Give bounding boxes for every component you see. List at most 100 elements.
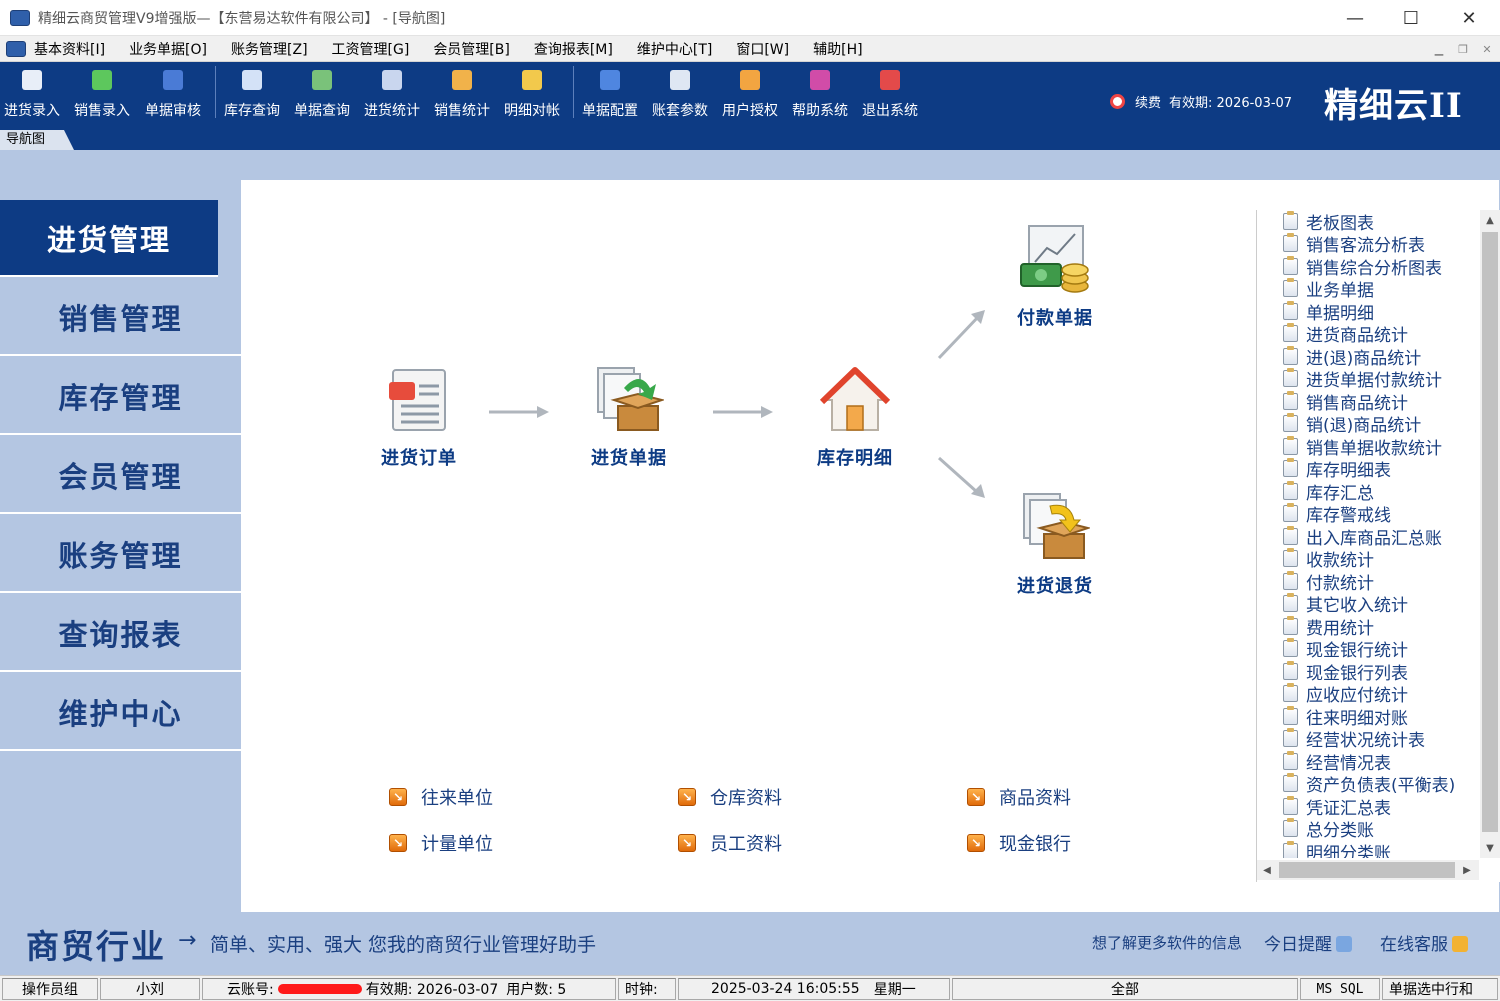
report-item[interactable]: 库存警戒线 (1257, 503, 1479, 526)
toolbar-user-auth-button[interactable]: 用户授权 (722, 68, 778, 124)
report-item[interactable]: 应收应付统计 (1257, 683, 1479, 706)
toolbar-doc-review-button[interactable]: 单据审核 (145, 68, 201, 124)
tab-navigation-map[interactable]: 导航图 (0, 130, 74, 150)
report-item[interactable]: 单据明细 (1257, 300, 1479, 324)
report-item[interactable]: 销售单据收款统计 (1257, 435, 1479, 459)
close-icon[interactable]: ✕ (1440, 0, 1498, 36)
report-item[interactable]: 总分类账 (1257, 818, 1479, 841)
maximize-icon[interactable]: ☐ (1382, 0, 1440, 36)
toolbar-doc-query-button[interactable]: 单据查询 (294, 68, 350, 124)
flow-payment-doc[interactable]: 付款单据 (1017, 224, 1093, 330)
report-item[interactable]: 经营状况统计表 (1257, 728, 1479, 751)
toolbar-reconcile-button[interactable]: 明细对帐 (504, 68, 560, 124)
toolbar-sales-stats-button[interactable]: 销售统计 (434, 68, 490, 124)
scroll-up-icon[interactable]: ▲ (1480, 210, 1500, 230)
title-bar: 精细云商贸管理V9增强版—【东营易达软件有限公司】 - [导航图] — ☐ ✕ (0, 0, 1500, 36)
shortcut-units[interactable]: ↘ 计量单位 (389, 830, 493, 856)
printer-icon (312, 70, 332, 90)
minimize-icon[interactable]: — (1326, 0, 1384, 36)
redacted-account-number (277, 984, 362, 994)
report-item[interactable]: 进(退)商品统计 (1257, 345, 1479, 369)
report-item[interactable]: 出入库商品汇总账 (1257, 525, 1479, 549)
nav-maintenance[interactable]: 维护中心 (0, 674, 241, 751)
toolbar-stock-query-button[interactable]: 库存查询 (224, 68, 280, 124)
report-item[interactable]: 销(退)商品统计 (1257, 413, 1479, 436)
shortcut-products[interactable]: ↘ 商品资料 (967, 784, 1071, 810)
flow-stock-detail[interactable]: 库存明细 (817, 366, 893, 470)
report-item[interactable]: 现金银行统计 (1257, 638, 1479, 661)
report-item[interactable]: 库存明细表 (1257, 458, 1479, 481)
menu-members[interactable]: 会员管理[B] (433, 39, 510, 59)
nav-purchase[interactable]: 进货管理 (0, 200, 218, 277)
report-item[interactable]: 经营情况表 (1257, 750, 1479, 774)
today-reminder-link[interactable]: 今日提醒 (1264, 930, 1352, 955)
report-item[interactable]: 销售综合分析图表 (1257, 255, 1479, 279)
scroll-left-icon[interactable]: ◀ (1257, 860, 1277, 880)
toolbar-help-button[interactable]: 帮助系统 (792, 68, 848, 124)
menu-basic-data[interactable]: 基本资料[I] (34, 39, 105, 59)
mdi-close-icon[interactable]: ✕ (1478, 40, 1496, 58)
report-item[interactable]: 老板图表 (1257, 210, 1479, 234)
report-item[interactable]: 凭证汇总表 (1257, 795, 1479, 819)
renew-clock-icon[interactable] (1110, 94, 1125, 109)
toolbar-sales-entry-button[interactable]: 销售录入 (74, 68, 130, 124)
report-item[interactable]: 明细分类账 (1257, 840, 1479, 858)
checkbox-arrow-icon: ↘ (389, 788, 407, 806)
flow-purchase-doc[interactable]: 进货单据 (591, 366, 667, 470)
menu-reports[interactable]: 查询报表[M] (534, 39, 613, 59)
slogan-title: 商贸行业 (26, 927, 166, 966)
shortcut-contacts[interactable]: ↘ 往来单位 (389, 784, 493, 810)
menu-salary[interactable]: 工资管理[G] (332, 39, 410, 59)
menu-maintenance[interactable]: 维护中心[T] (637, 39, 712, 59)
chat-icon (1452, 936, 1468, 952)
toolbar-account-params-button[interactable]: 账套参数 (652, 68, 708, 124)
report-item[interactable]: 资产负债表(平衡表) (1257, 773, 1479, 796)
toolbar-doc-config-button[interactable]: 单据配置 (582, 68, 638, 124)
save-icon (22, 70, 42, 90)
scroll-down-icon[interactable]: ▼ (1480, 838, 1500, 858)
menu-window[interactable]: 窗口[W] (736, 39, 789, 59)
horizontal-scrollbar[interactable]: ◀ ▶ (1257, 860, 1479, 880)
report-item[interactable]: 销售客流分析表 (1257, 233, 1479, 256)
scroll-right-icon[interactable]: ▶ (1457, 860, 1477, 880)
report-item[interactable]: 收款统计 (1257, 548, 1479, 571)
nav-sales[interactable]: 销售管理 (0, 279, 241, 356)
report-item[interactable]: 进货单据付款统计 (1257, 368, 1479, 391)
toolbar-exit-button[interactable]: 退出系统 (862, 68, 918, 124)
flow-purchase-return[interactable]: 进货退货 (1017, 492, 1093, 598)
status-database: MS SQL (1300, 978, 1380, 1000)
nav-inventory[interactable]: 库存管理 (0, 358, 241, 435)
report-item[interactable]: 现金银行列表 (1257, 660, 1479, 684)
flow-purchase-order[interactable]: 进货订单 (381, 368, 457, 470)
menu-business-docs[interactable]: 业务单据[O] (129, 39, 207, 59)
shortcut-warehouse[interactable]: ↘ 仓库资料 (678, 784, 782, 810)
report-item[interactable]: 其它收入统计 (1257, 593, 1479, 616)
scrollbar-thumb[interactable] (1279, 862, 1455, 878)
scrollbar-thumb[interactable] (1482, 232, 1498, 832)
vertical-scrollbar[interactable]: ▲ ▼ (1480, 210, 1500, 858)
toolbar-purchase-stats-button[interactable]: 进货统计 (364, 68, 420, 124)
report-item[interactable]: 付款统计 (1257, 570, 1479, 594)
menu-help[interactable]: 辅助[H] (813, 39, 862, 59)
more-info-link[interactable]: 想了解更多软件的信息 (1092, 932, 1242, 953)
renew-link[interactable]: 续费 (1135, 92, 1161, 111)
menu-accounts[interactable]: 账务管理[Z] (231, 39, 308, 59)
report-item[interactable]: 库存汇总 (1257, 480, 1479, 504)
mdi-restore-icon[interactable]: ❐ (1454, 40, 1472, 58)
nav-accounts[interactable]: 账务管理 (0, 516, 241, 593)
box-in-icon (597, 367, 664, 431)
report-document-icon (1283, 413, 1298, 433)
nav-reports[interactable]: 查询报表 (0, 595, 241, 672)
status-clock-label: 时钟: (618, 978, 676, 1000)
report-item[interactable]: 往来明细对账 (1257, 705, 1479, 729)
report-item[interactable]: 进货商品统计 (1257, 323, 1479, 346)
nav-members[interactable]: 会员管理 (0, 437, 241, 514)
shortcut-cash-bank[interactable]: ↘ 现金银行 (967, 830, 1071, 856)
report-item[interactable]: 销售商品统计 (1257, 390, 1479, 414)
shortcut-staff[interactable]: ↘ 员工资料 (678, 830, 782, 856)
online-service-link[interactable]: 在线客服 (1380, 930, 1468, 955)
toolbar-purchase-entry-button[interactable]: 进货录入 (4, 68, 60, 124)
mdi-minimize-icon[interactable]: ▁ (1430, 40, 1448, 58)
report-item[interactable]: 业务单据 (1257, 278, 1479, 301)
report-item[interactable]: 费用统计 (1257, 615, 1479, 639)
